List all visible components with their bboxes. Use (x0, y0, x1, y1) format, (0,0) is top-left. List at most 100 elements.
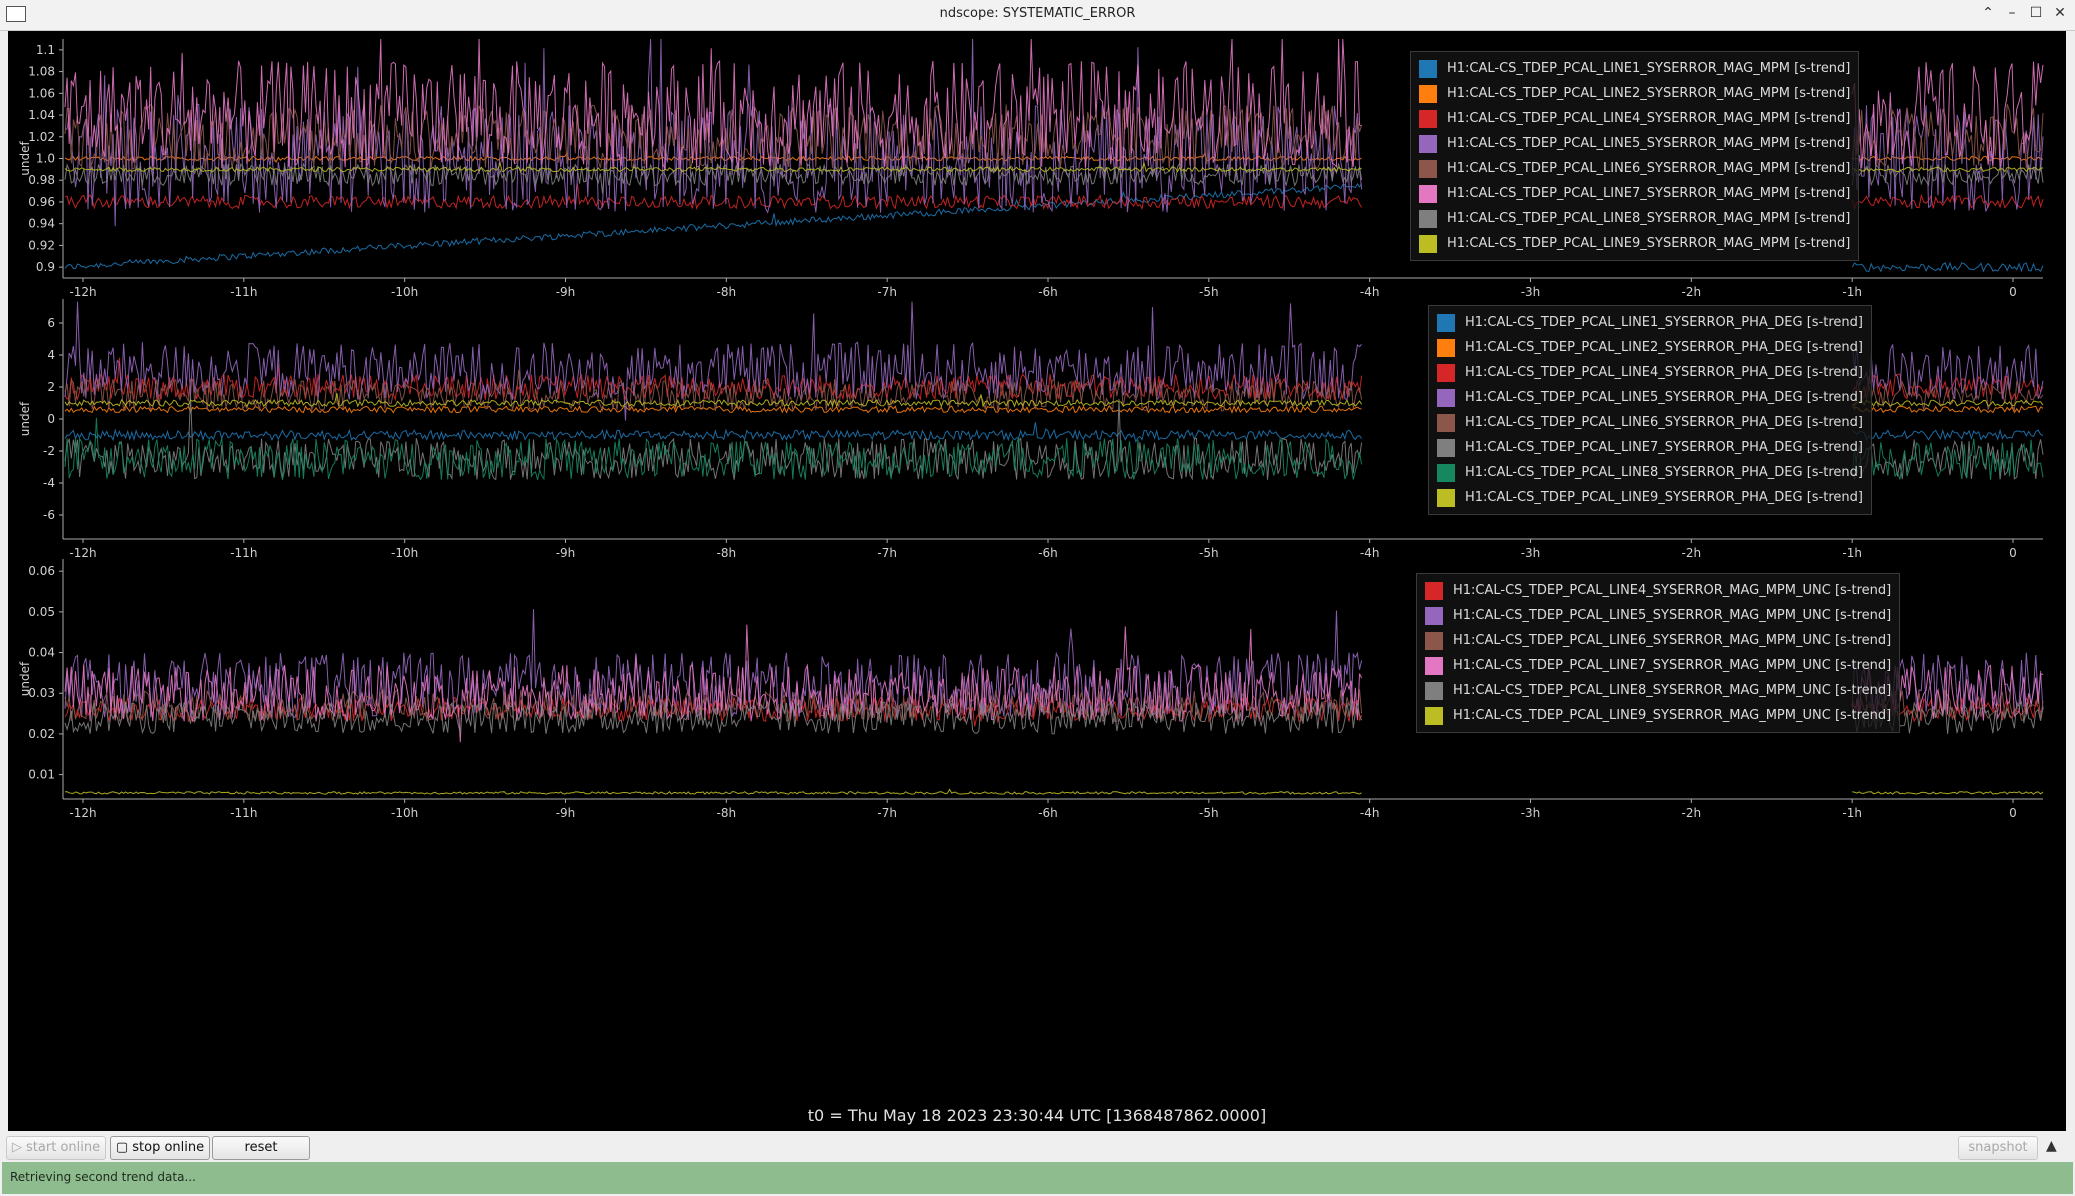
legend-swatch (1419, 209, 1437, 228)
legend-item[interactable]: H1:CAL-CS_TDEP_PCAL_LINE7_SYSERROR_PHA_D… (1437, 435, 1863, 460)
snapshot-button[interactable]: snapshot (1958, 1136, 2038, 1160)
legend-swatch (1437, 488, 1455, 507)
y-tick-label: 0.05 (28, 605, 55, 619)
legend-item[interactable]: H1:CAL-CS_TDEP_PCAL_LINE5_SYSERROR_MAG_M… (1425, 603, 1891, 628)
reset-button[interactable]: reset (212, 1136, 310, 1160)
y-tick-label: -4 (43, 476, 55, 490)
window-title: ndscope: SYSTEMATIC_ERROR (939, 6, 1136, 21)
legend-swatch (1437, 388, 1455, 407)
x-tick-label: -1h (1842, 285, 1862, 299)
legend-item[interactable]: H1:CAL-CS_TDEP_PCAL_LINE9_SYSERROR_MAG_M… (1419, 231, 1850, 256)
legend-label: H1:CAL-CS_TDEP_PCAL_LINE9_SYSERROR_MAG_M… (1447, 236, 1851, 251)
close-icon[interactable]: ✕ (2053, 5, 2067, 21)
legend-item[interactable]: H1:CAL-CS_TDEP_PCAL_LINE9_SYSERROR_MAG_M… (1425, 703, 1891, 728)
legend-label: H1:CAL-CS_TDEP_PCAL_LINE6_SYSERROR_MAG_M… (1447, 161, 1851, 176)
x-tick-label: -9h (556, 546, 576, 560)
x-tick-label: -11h (230, 546, 257, 560)
y-tick-label: 1.06 (28, 86, 55, 100)
legend-swatch (1425, 656, 1443, 675)
legend-item[interactable]: H1:CAL-CS_TDEP_PCAL_LINE4_SYSERROR_MAG_M… (1419, 106, 1850, 131)
x-tick-label: -9h (556, 285, 576, 299)
y-tick-label: 0.04 (28, 646, 55, 660)
y-tick-label: 2 (47, 380, 55, 394)
plot-legend[interactable]: H1:CAL-CS_TDEP_PCAL_LINE1_SYSERROR_MAG_M… (1410, 51, 1860, 261)
y-axis-label: undef (18, 141, 32, 176)
start-online-button[interactable]: ▷ start online (6, 1136, 106, 1160)
x-tick-label: -6h (1038, 546, 1058, 560)
legend-swatch (1419, 84, 1437, 103)
x-tick-label: -5h (1199, 806, 1219, 820)
x-tick-label: -10h (391, 806, 418, 820)
x-tick-label: 0 (2009, 546, 2017, 560)
legend-swatch (1419, 109, 1437, 128)
x-tick-label: -11h (230, 285, 257, 299)
x-tick-label: -1h (1842, 806, 1862, 820)
legend-label: H1:CAL-CS_TDEP_PCAL_LINE8_SYSERROR_MAG_M… (1447, 211, 1851, 226)
x-tick-label: -7h (877, 285, 897, 299)
legend-item[interactable]: H1:CAL-CS_TDEP_PCAL_LINE8_SYSERROR_MAG_M… (1419, 206, 1850, 231)
y-tick-label: 0.92 (28, 238, 55, 252)
x-tick-label: -4h (1360, 546, 1380, 560)
x-tick-label: -8h (717, 546, 737, 560)
x-tick-label: -6h (1038, 285, 1058, 299)
y-tick-label: 1.08 (28, 65, 55, 79)
y-tick-label: 0.06 (28, 564, 55, 578)
legend-item[interactable]: H1:CAL-CS_TDEP_PCAL_LINE4_SYSERROR_MAG_M… (1425, 578, 1891, 603)
legend-item[interactable]: H1:CAL-CS_TDEP_PCAL_LINE1_SYSERROR_PHA_D… (1437, 310, 1863, 335)
y-tick-label: 4 (47, 348, 55, 362)
legend-item[interactable]: H1:CAL-CS_TDEP_PCAL_LINE8_SYSERROR_MAG_M… (1425, 678, 1891, 703)
legend-label: H1:CAL-CS_TDEP_PCAL_LINE8_SYSERROR_MAG_M… (1453, 683, 1892, 698)
y-tick-label: -6 (43, 508, 55, 522)
y-tick-label: 0.9 (36, 260, 55, 274)
maximize-icon[interactable]: ☐ (2029, 5, 2043, 21)
window-titlebar: ndscope: SYSTEMATIC_ERROR ⌃ – ☐ ✕ (0, 0, 2075, 31)
legend-item[interactable]: H1:CAL-CS_TDEP_PCAL_LINE6_SYSERROR_MAG_M… (1425, 628, 1891, 653)
collapse-icon[interactable]: ▲ (2046, 1138, 2057, 1154)
legend-label: H1:CAL-CS_TDEP_PCAL_LINE4_SYSERROR_MAG_M… (1447, 111, 1851, 126)
status-text: Retrieving second trend data... (10, 1170, 196, 1184)
legend-swatch (1437, 463, 1455, 482)
legend-swatch (1419, 59, 1437, 78)
legend-item[interactable]: H1:CAL-CS_TDEP_PCAL_LINE5_SYSERROR_PHA_D… (1437, 385, 1863, 410)
legend-item[interactable]: H1:CAL-CS_TDEP_PCAL_LINE2_SYSERROR_PHA_D… (1437, 335, 1863, 360)
legend-item[interactable]: H1:CAL-CS_TDEP_PCAL_LINE7_SYSERROR_MAG_M… (1425, 653, 1891, 678)
legend-item[interactable]: H1:CAL-CS_TDEP_PCAL_LINE4_SYSERROR_PHA_D… (1437, 360, 1863, 385)
y-tick-label: 0 (47, 412, 55, 426)
legend-label: H1:CAL-CS_TDEP_PCAL_LINE1_SYSERROR_PHA_D… (1465, 315, 1863, 330)
x-tick-label: -8h (717, 285, 737, 299)
y-tick-label: -2 (43, 444, 55, 458)
y-tick-label: 1.0 (36, 152, 55, 166)
legend-label: H1:CAL-CS_TDEP_PCAL_LINE8_SYSERROR_PHA_D… (1465, 465, 1863, 480)
legend-swatch (1425, 631, 1443, 650)
legend-item[interactable]: H1:CAL-CS_TDEP_PCAL_LINE2_SYSERROR_MAG_M… (1419, 81, 1850, 106)
legend-item[interactable]: H1:CAL-CS_TDEP_PCAL_LINE6_SYSERROR_MAG_M… (1419, 156, 1850, 181)
legend-item[interactable]: H1:CAL-CS_TDEP_PCAL_LINE5_SYSERROR_MAG_M… (1419, 131, 1850, 156)
legend-swatch (1425, 706, 1443, 725)
window-shade-icon[interactable]: ⌃ (1981, 5, 1995, 21)
plot-legend[interactable]: H1:CAL-CS_TDEP_PCAL_LINE4_SYSERROR_MAG_M… (1416, 573, 1901, 733)
series-line (65, 788, 2044, 795)
plot-legend[interactable]: H1:CAL-CS_TDEP_PCAL_LINE1_SYSERROR_PHA_D… (1428, 305, 1872, 515)
x-tick-label: -9h (556, 806, 576, 820)
x-tick-label: -4h (1360, 806, 1380, 820)
x-tick-label: -3h (1521, 546, 1541, 560)
minimize-icon[interactable]: – (2005, 5, 2019, 21)
legend-label: H1:CAL-CS_TDEP_PCAL_LINE4_SYSERROR_PHA_D… (1465, 365, 1863, 380)
legend-item[interactable]: H1:CAL-CS_TDEP_PCAL_LINE7_SYSERROR_MAG_M… (1419, 181, 1850, 206)
stop-online-button[interactable]: ▢ stop online (110, 1136, 210, 1160)
legend-swatch (1425, 606, 1443, 625)
legend-label: H1:CAL-CS_TDEP_PCAL_LINE6_SYSERROR_MAG_M… (1453, 633, 1892, 648)
legend-item[interactable]: H1:CAL-CS_TDEP_PCAL_LINE1_SYSERROR_MAG_M… (1419, 56, 1850, 81)
legend-item[interactable]: H1:CAL-CS_TDEP_PCAL_LINE9_SYSERROR_PHA_D… (1437, 485, 1863, 510)
legend-label: H1:CAL-CS_TDEP_PCAL_LINE4_SYSERROR_MAG_M… (1453, 583, 1892, 598)
legend-item[interactable]: H1:CAL-CS_TDEP_PCAL_LINE8_SYSERROR_PHA_D… (1437, 460, 1863, 485)
legend-label: H1:CAL-CS_TDEP_PCAL_LINE7_SYSERROR_PHA_D… (1465, 440, 1863, 455)
legend-item[interactable]: H1:CAL-CS_TDEP_PCAL_LINE6_SYSERROR_PHA_D… (1437, 410, 1863, 435)
y-tick-label: 1.1 (36, 43, 55, 57)
x-tick-label: -1h (1842, 546, 1862, 560)
stop-icon: ▢ (115, 1140, 133, 1155)
plot-area[interactable]: 0.9 0.92 0.94 0.96 0.98 1.0 1.02 1.04 1.06 1.08 1.… (8, 31, 2066, 1131)
legend-label: H1:CAL-CS_TDEP_PCAL_LINE5_SYSERROR_MAG_M… (1453, 608, 1892, 623)
y-tick-label: 6 (47, 316, 55, 330)
x-tick-label: 0 (2009, 806, 2017, 820)
